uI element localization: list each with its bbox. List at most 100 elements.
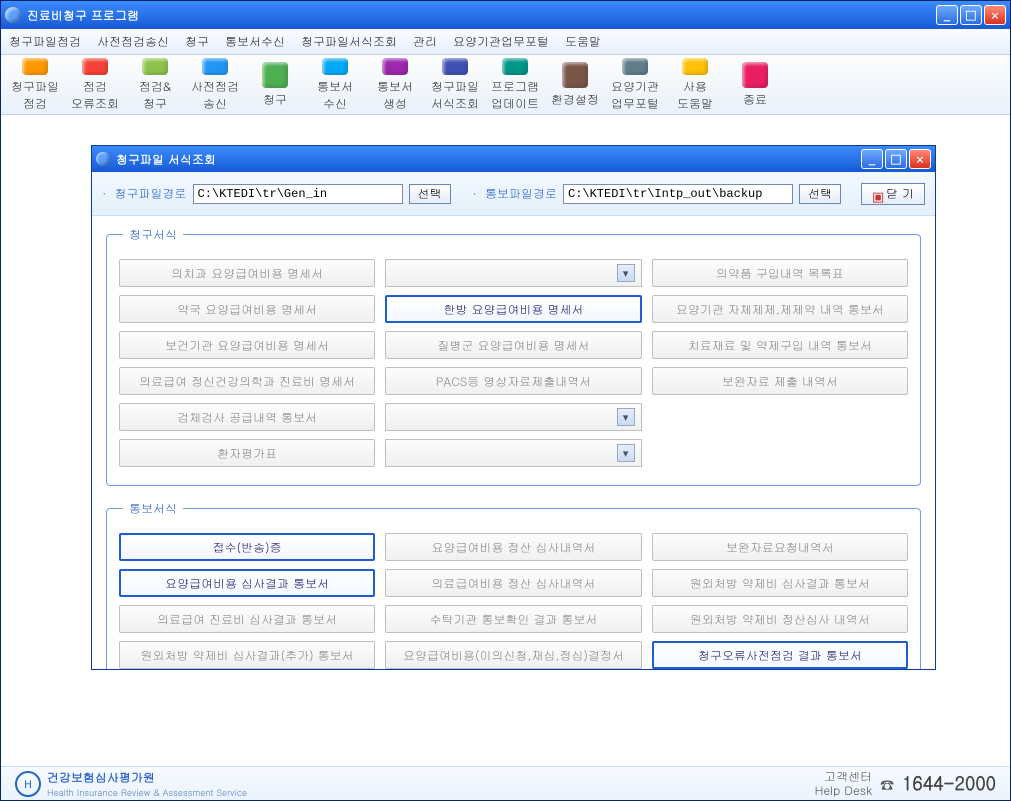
claim-form-button-7[interactable]: 질병군 요양급여비용 명세서 bbox=[385, 331, 641, 359]
claim-form-button-3[interactable]: 약국 요양급여비용 명세서 bbox=[119, 295, 375, 323]
menu-item-7[interactable]: 도움말 bbox=[565, 33, 601, 50]
notice-forms-group: 통보서식 접수(반송)증 요양급여비용 정산 심사내역서 보완자료요청내역서요양급여… bbox=[106, 500, 921, 669]
claim-path-label: 청구파일경로 bbox=[115, 185, 187, 202]
popup-icon bbox=[96, 152, 110, 166]
chevron-down-icon: ▾ bbox=[617, 408, 635, 426]
footer-org-name: 건강보험심사평가원 bbox=[47, 769, 155, 786]
menu-item-2[interactable]: 청구 bbox=[185, 33, 209, 50]
tool-update-icon bbox=[502, 58, 528, 75]
menu-item-3[interactable]: 통보서수신 bbox=[225, 33, 285, 50]
tool-exit-icon bbox=[742, 62, 768, 88]
claim-form-button-2[interactable]: 의약품 구입내역 목록표 bbox=[652, 259, 908, 287]
claim-forms-group: 청구서식 의치과 요양급여비용 명세서▾의약품 구입내역 목록표약국 요양급여비… bbox=[106, 226, 921, 486]
notice-path-input[interactable] bbox=[563, 184, 793, 204]
tool-settings-icon bbox=[562, 62, 588, 88]
tool-update[interactable]: 프로그램업데이트 bbox=[487, 58, 543, 112]
notice-form-button-10[interactable]: 요양급여비용(이의신청,재심,정심)결정서 bbox=[385, 641, 641, 669]
tool-claim-file-check-icon bbox=[22, 58, 48, 75]
notice-form-button-6[interactable]: 의료급여 진료비 심사결과 통보서 bbox=[119, 605, 375, 633]
claim-form-button-11[interactable]: 보완자료 제출 내역서 bbox=[652, 367, 908, 395]
notice-form-button-5[interactable]: 원외처방 약제비 심사결과 통보서 bbox=[652, 569, 908, 597]
menu-item-5[interactable]: 관리 bbox=[413, 33, 437, 50]
chevron-down-icon: ▾ bbox=[617, 444, 635, 462]
claim-path-input[interactable] bbox=[193, 184, 403, 204]
popup-maximize-button[interactable]: □ bbox=[885, 149, 907, 169]
helpdesk-phone: 1644-2000 bbox=[902, 771, 996, 796]
claim-form-button-0[interactable]: 의치과 요양급여비용 명세서 bbox=[119, 259, 375, 287]
tool-claim-file-check[interactable]: 청구파일점검 bbox=[7, 58, 63, 112]
tool-notice-recv[interactable]: 통보서수신 bbox=[307, 58, 363, 112]
tool-portal-icon bbox=[622, 58, 648, 75]
claim-form-button-12[interactable]: 검체검사 공급내역 통보서 bbox=[119, 403, 375, 431]
tool-exit[interactable]: 종료 bbox=[727, 58, 783, 112]
main-titlebar: 진료비청구 프로그램 _ □ × bbox=[1, 1, 1010, 29]
notice-form-button-0[interactable]: 접수(반송)증 bbox=[119, 533, 375, 561]
popup-close-button[interactable]: × bbox=[909, 149, 931, 169]
menu-item-1[interactable]: 사전점검송신 bbox=[97, 33, 169, 50]
footer-logo-icon: H bbox=[15, 771, 41, 797]
notice-form-button-1[interactable]: 요양급여비용 정산 심사내역서 bbox=[385, 533, 641, 561]
tool-precheck-send[interactable]: 사전점검송신 bbox=[187, 58, 243, 112]
tool-claim-form-icon bbox=[442, 58, 468, 75]
tool-notice-recv-icon bbox=[322, 58, 348, 75]
phone-icon: ☎ bbox=[880, 774, 894, 794]
tool-settings[interactable]: 환경설정 bbox=[547, 58, 603, 112]
footer-org-sub: Health Insurance Review & Assessment Ser… bbox=[47, 786, 247, 799]
close-button[interactable]: × bbox=[984, 5, 1006, 25]
menubar: 청구파일점검 사전점검송신 청구 통보서수신 청구파일서식조회 관리 요양기관업무포털 도움말 bbox=[1, 29, 1010, 55]
notice-form-button-3[interactable]: 요양급여비용 심사결과 통보서 bbox=[119, 569, 375, 597]
popup-window: 청구파일 서식조회 _ □ × · 청구파일경로 선택 · 통보파일경로 선택 bbox=[91, 145, 936, 670]
tool-claim[interactable]: 청구 bbox=[247, 58, 303, 112]
toolbar: 청구파일점검점검오류조회점검&청구사전점검송신청구통보서수신통보서생성청구파일서… bbox=[1, 55, 1010, 115]
menu-item-4[interactable]: 청구파일서식조회 bbox=[301, 33, 397, 50]
tool-check-claim[interactable]: 점검&청구 bbox=[127, 58, 183, 112]
minimize-button[interactable]: _ bbox=[936, 5, 958, 25]
claim-form-button-4[interactable]: 한방 요양급여비용 명세서 bbox=[385, 295, 641, 323]
tool-portal[interactable]: 요양기관업무포털 bbox=[607, 58, 663, 112]
notice-path-select-button[interactable]: 선택 bbox=[799, 184, 841, 204]
claim-form-button-8[interactable]: 치료재료 및 약제구입 내역 통보서 bbox=[652, 331, 908, 359]
notice-form-button-11[interactable]: 청구오류사전점검 결과 통보서 bbox=[652, 641, 908, 669]
tool-check-error[interactable]: 점검오류조회 bbox=[67, 58, 123, 112]
popup-path-row: · 청구파일경로 선택 · 통보파일경로 선택 ▣ 닫 기 bbox=[92, 172, 935, 216]
tool-check-claim-icon bbox=[142, 58, 168, 75]
menu-item-0[interactable]: 청구파일점검 bbox=[9, 33, 81, 50]
tool-notice-gen[interactable]: 통보서생성 bbox=[367, 58, 423, 112]
tool-precheck-send-icon bbox=[202, 58, 228, 75]
claim-form-dropdown-13[interactable]: ▾ bbox=[385, 403, 641, 431]
claim-form-button-5[interactable]: 요양기관 자체제제,제제약 내역 통보서 bbox=[652, 295, 908, 323]
popup-body: 청구서식 의치과 요양급여비용 명세서▾의약품 구입내역 목록표약국 요양급여비… bbox=[92, 216, 935, 669]
tool-claim-form[interactable]: 청구파일서식조회 bbox=[427, 58, 483, 112]
content-area: 청구파일 서식조회 _ □ × · 청구파일경로 선택 · 통보파일경로 선택 bbox=[1, 115, 1010, 766]
main-window: 진료비청구 프로그램 _ □ × 청구파일점검사전점검송신청구통보서수신청구파일… bbox=[0, 0, 1011, 801]
notice-form-button-9[interactable]: 원외처방 약제비 심사결과(추가) 통보서 bbox=[119, 641, 375, 669]
maximize-button[interactable]: □ bbox=[960, 5, 982, 25]
claim-form-button-6[interactable]: 보건기관 요양급여비용 명세서 bbox=[119, 331, 375, 359]
notice-form-button-7[interactable]: 수탁기관 통보확인 결과 통보서 bbox=[385, 605, 641, 633]
popup-title: 청구파일 서식조회 bbox=[116, 151, 861, 168]
notice-form-button-2[interactable]: 보완자료요청내역서 bbox=[652, 533, 908, 561]
notice-path-label: 통보파일경로 bbox=[485, 185, 557, 202]
claim-form-dropdown-16[interactable]: ▾ bbox=[385, 439, 641, 467]
claim-path-select-button[interactable]: 선택 bbox=[409, 184, 451, 204]
tool-help-icon bbox=[682, 58, 708, 75]
claim-form-button-10[interactable]: PACS등 영상자료제출내역서 bbox=[385, 367, 641, 395]
claim-form-button-9[interactable]: 의료급여 정신건강의학과 진료비 명세서 bbox=[119, 367, 375, 395]
chevron-down-icon: ▾ bbox=[617, 264, 635, 282]
tool-help[interactable]: 사용도움말 bbox=[667, 58, 723, 112]
claim-form-button-15[interactable]: 환자평가표 bbox=[119, 439, 375, 467]
close-popup-button[interactable]: ▣ 닫 기 bbox=[861, 183, 925, 205]
notice-form-button-4[interactable]: 의료급여비용 정산 심사내역서 bbox=[385, 569, 641, 597]
app-title: 진료비청구 프로그램 bbox=[27, 7, 936, 24]
popup-minimize-button[interactable]: _ bbox=[861, 149, 883, 169]
close-icon: ▣ bbox=[872, 189, 882, 199]
claim-form-dropdown-1[interactable]: ▾ bbox=[385, 259, 641, 287]
footer: H 건강보험심사평가원 Health Insurance Review & As… bbox=[1, 766, 1010, 800]
app-icon bbox=[5, 7, 21, 23]
tool-notice-gen-icon bbox=[382, 58, 408, 75]
notice-forms-title: 통보서식 bbox=[123, 500, 183, 517]
tool-check-error-icon bbox=[82, 58, 108, 75]
menu-item-6[interactable]: 요양기관업무포털 bbox=[453, 33, 549, 50]
notice-form-button-8[interactable]: 원외처방 약제비 정산심사 내역서 bbox=[652, 605, 908, 633]
helpdesk-label: 고객센터 Help Desk bbox=[815, 770, 872, 796]
